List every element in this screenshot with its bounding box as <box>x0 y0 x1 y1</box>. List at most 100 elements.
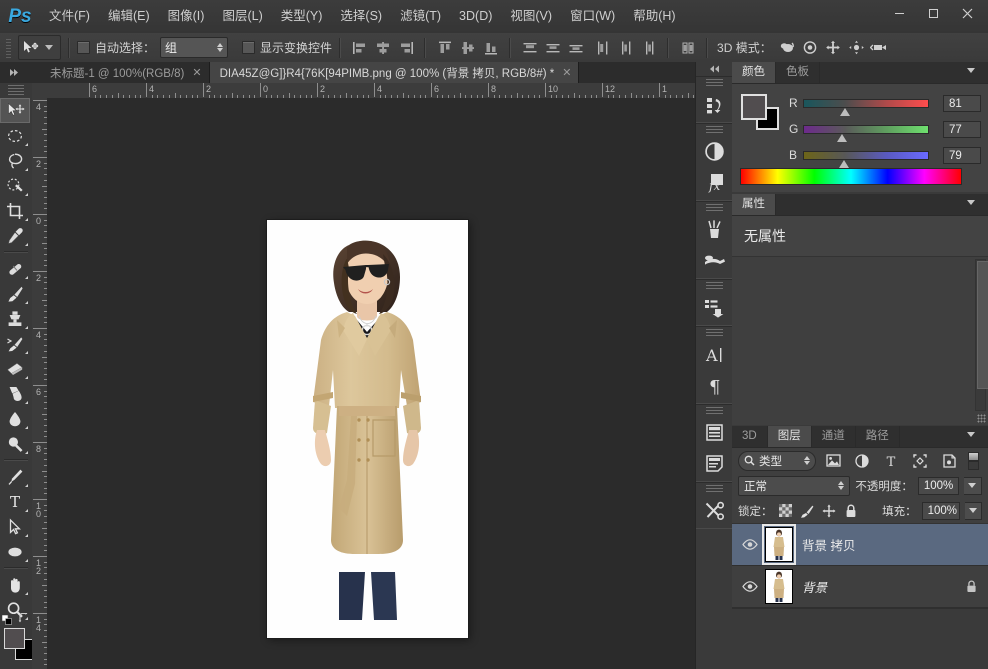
tool-dodge-flyout-icon[interactable] <box>25 451 28 454</box>
opacity-value[interactable]: 100% <box>918 477 959 495</box>
layer-visibility-toggle-background[interactable] <box>738 581 762 592</box>
tool-brush[interactable] <box>0 281 30 306</box>
align-to-selection-button[interactable] <box>676 37 699 59</box>
color-channel-b-slider[interactable] <box>803 151 929 160</box>
tab-3d[interactable]: 3D <box>732 426 768 447</box>
align-vertical-centers-button[interactable] <box>456 37 479 59</box>
layer-row-background-copy[interactable]: 背景 拷贝 <box>732 524 988 566</box>
layers-panel-menu-icon[interactable] <box>967 430 983 443</box>
tool-preset-chevron-icon[interactable] <box>45 45 53 50</box>
layer-thumbnail-wrap-background[interactable] <box>762 568 796 605</box>
tool-eraser[interactable] <box>0 356 30 381</box>
lock-transparent-pixels-icon[interactable] <box>778 502 795 520</box>
brush-presets-icon[interactable] <box>696 245 733 276</box>
tab-layers[interactable]: 图层 <box>768 426 812 447</box>
fill-value[interactable]: 100% <box>922 502 961 520</box>
layer-filter-type-dropdown[interactable]: 类型 <box>738 451 816 471</box>
dock-group-actions-grip[interactable] <box>706 282 723 291</box>
tool-hand[interactable] <box>0 572 30 597</box>
color-panel-foreground-swatch[interactable] <box>741 94 767 120</box>
distribute-left-edges-button[interactable] <box>591 37 614 59</box>
menu-layer[interactable]: 图层(L) <box>213 0 271 33</box>
tool-path-selection-flyout-icon[interactable] <box>25 534 28 537</box>
color-panel-menu-icon[interactable] <box>967 66 983 79</box>
minimize-button[interactable] <box>882 2 916 24</box>
tab-paths[interactable]: 路径 <box>856 426 900 447</box>
options-bar-grip[interactable] <box>4 37 13 59</box>
tool-blur-flyout-icon[interactable] <box>25 426 28 429</box>
roll-3d-object-button[interactable] <box>799 37 822 59</box>
tool-crop[interactable] <box>0 198 30 223</box>
layer-filter-enable-toggle[interactable] <box>968 451 981 471</box>
tool-path-selection[interactable] <box>0 514 30 539</box>
dock-group-history-grip[interactable] <box>706 79 723 88</box>
menu-3d[interactable]: 3D(D) <box>450 0 501 33</box>
properties-panel-resize-grip[interactable] <box>977 414 986 423</box>
distribute-top-edges-button[interactable] <box>518 37 541 59</box>
pan-3d-object-button[interactable] <box>822 37 845 59</box>
menu-file[interactable]: 文件(F) <box>40 0 99 33</box>
align-top-edges-button[interactable] <box>433 37 456 59</box>
dock-collapse-icon[interactable] <box>696 62 733 76</box>
lock-image-pixels-icon[interactable] <box>799 502 816 520</box>
layer-thumbnail-background-copy[interactable] <box>765 527 793 562</box>
dock-group-adjustments-grip[interactable] <box>706 126 723 135</box>
layer-thumbnail-wrap-background-copy[interactable] <box>762 526 796 563</box>
tool-history-brush[interactable] <box>0 331 30 356</box>
layer-row-background[interactable]: 背景 <box>732 566 988 608</box>
menu-filter[interactable]: 滤镜(T) <box>391 0 450 33</box>
tool-horizontal-type[interactable]: T <box>0 489 30 514</box>
color-spectrum-ramp[interactable] <box>740 168 962 185</box>
color-channel-g-slider[interactable] <box>803 125 929 134</box>
menu-view[interactable]: 视图(V) <box>501 0 561 33</box>
actions-panel-icon[interactable] <box>696 292 733 323</box>
show-transform-controls-checkbox[interactable] <box>242 41 255 54</box>
canvas-viewport[interactable] <box>47 98 695 669</box>
tool-gradient[interactable] <box>0 381 30 406</box>
tab-properties[interactable]: 属性 <box>732 194 776 215</box>
paragraph-styles-icon[interactable] <box>696 448 733 479</box>
vertical-ruler[interactable]: 42024681 01 21 4 <box>32 98 48 669</box>
brush-panel-icon[interactable] <box>696 214 733 245</box>
color-channel-g-knob-icon[interactable] <box>837 134 848 143</box>
layer-name-background[interactable]: 背景 <box>802 577 960 596</box>
color-channel-g-value[interactable]: 77 <box>943 121 981 138</box>
filter-shape-icon[interactable] <box>908 451 932 471</box>
tab-channels[interactable]: 通道 <box>812 426 856 447</box>
properties-scrollbar-thumb[interactable] <box>977 261 988 389</box>
color-channel-r-value[interactable]: 81 <box>943 95 981 112</box>
tool-elliptical-marquee-flyout-icon[interactable] <box>25 143 28 146</box>
tool-elliptical-marquee[interactable] <box>0 123 30 148</box>
maximize-button[interactable] <box>916 2 950 24</box>
tool-ellipse-shape-flyout-icon[interactable] <box>25 559 28 562</box>
distribute-horizontal-centers-button[interactable] <box>614 37 637 59</box>
tool-eyedropper-flyout-icon[interactable] <box>25 243 28 246</box>
rotate-3d-object-button[interactable] <box>776 37 799 59</box>
lock-all-icon[interactable] <box>842 502 859 520</box>
blend-mode-dropdown[interactable]: 正常 <box>738 476 850 496</box>
filter-type-icon[interactable]: T <box>879 451 903 471</box>
tool-eraser-flyout-icon[interactable] <box>25 376 28 379</box>
menu-window[interactable]: 窗口(W) <box>561 0 624 33</box>
auto-select-spinner-icon[interactable] <box>217 43 223 52</box>
filter-smart-object-icon[interactable] <box>937 451 961 471</box>
layer-visibility-toggle-background-copy[interactable] <box>738 539 762 550</box>
tool-presets-icon[interactable] <box>696 495 733 526</box>
tool-healing-brush-flyout-icon[interactable] <box>25 276 28 279</box>
distribute-bottom-edges-button[interactable] <box>564 37 587 59</box>
tool-brush-flyout-icon[interactable] <box>25 301 28 304</box>
document-tab-png-close-icon[interactable]: ✕ <box>562 66 571 79</box>
tool-healing-brush[interactable] <box>0 256 30 281</box>
menu-help[interactable]: 帮助(H) <box>624 0 684 33</box>
slide-3d-object-button[interactable] <box>845 37 868 59</box>
styles-panel-icon[interactable]: fx <box>696 167 733 198</box>
current-tool-preset[interactable] <box>18 35 61 60</box>
color-channel-b-value[interactable]: 79 <box>943 147 981 164</box>
align-left-edges-button[interactable] <box>348 37 371 59</box>
tool-history-brush-flyout-icon[interactable] <box>25 351 28 354</box>
tool-quick-selection-flyout-icon[interactable] <box>25 193 28 196</box>
lock-position-icon[interactable] <box>821 502 838 520</box>
tool-quick-selection[interactable] <box>0 173 30 198</box>
align-right-edges-button[interactable] <box>394 37 417 59</box>
tool-ellipse-shape[interactable] <box>0 539 30 564</box>
